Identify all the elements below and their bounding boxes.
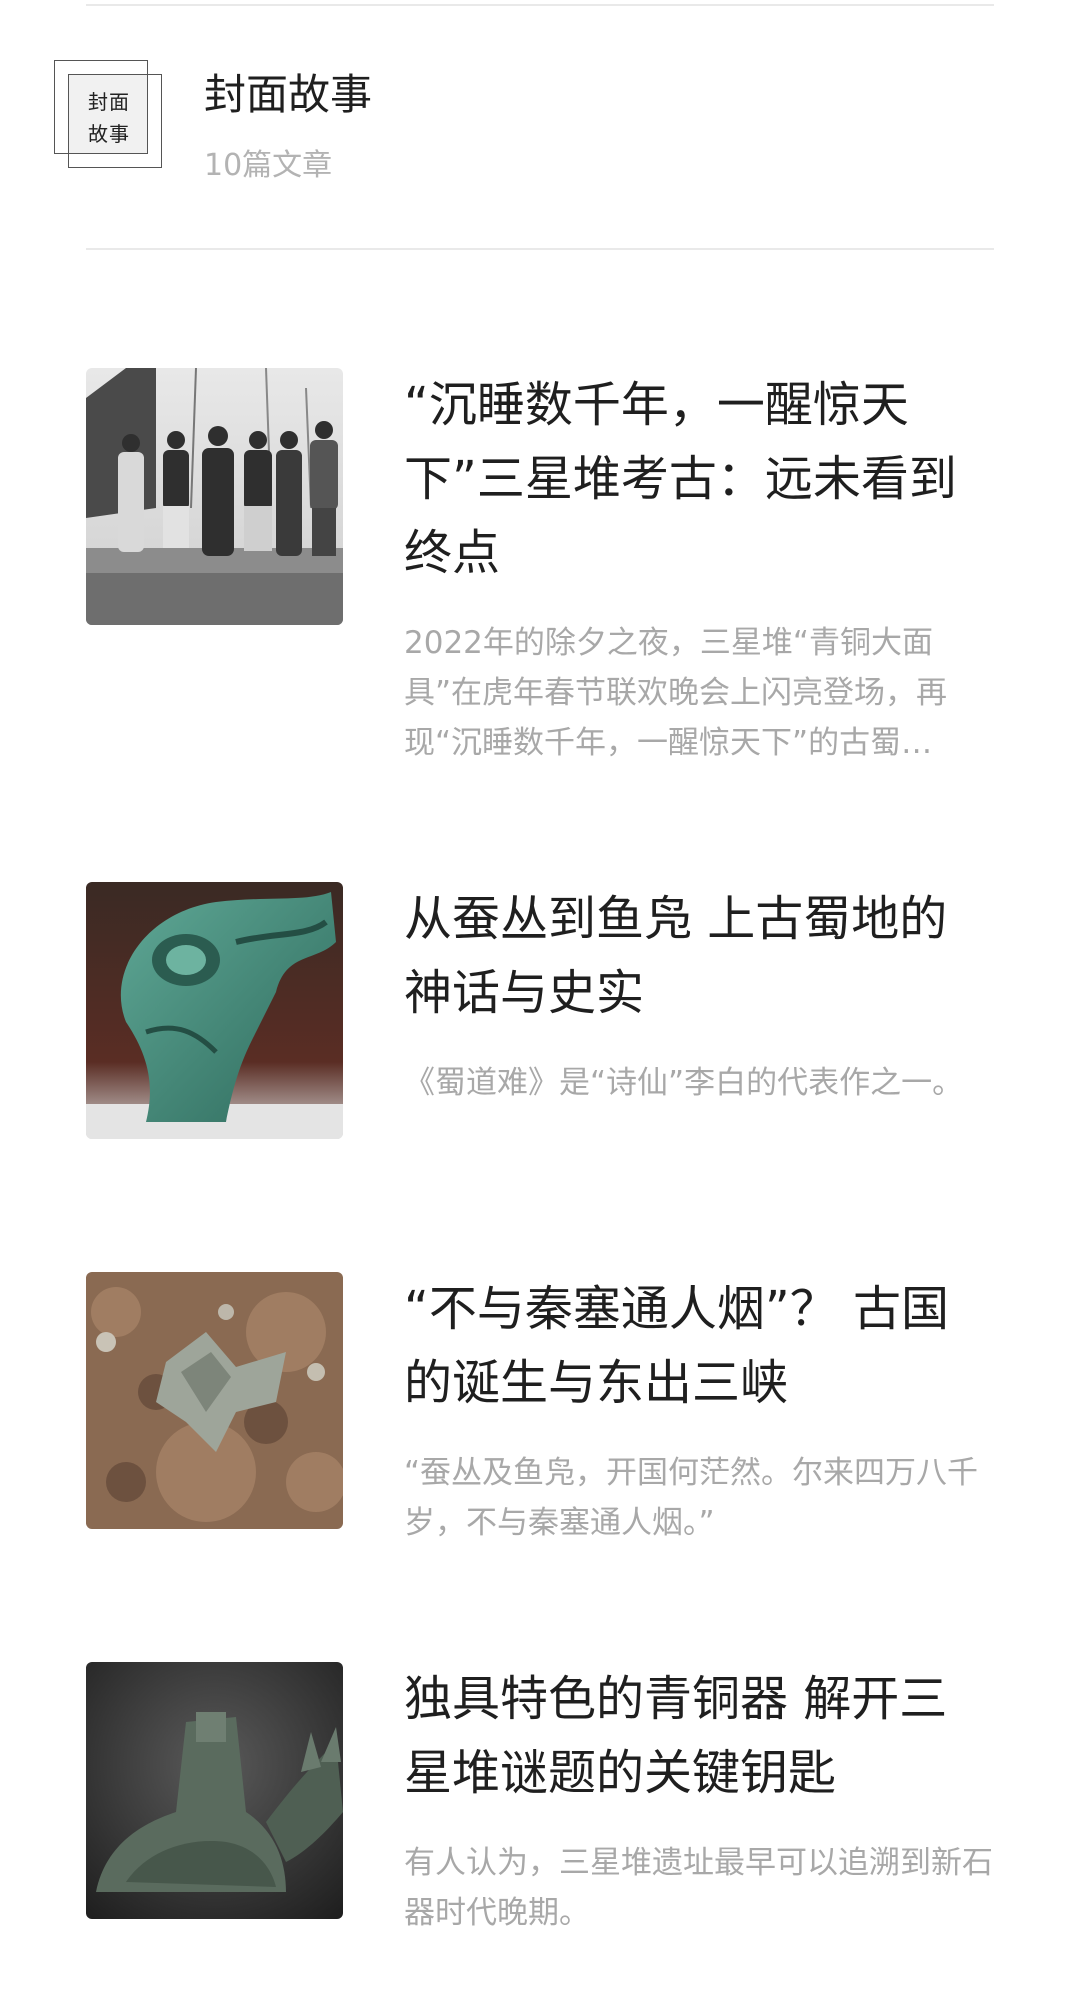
article-summary: “蚕丛及鱼凫，开国何茫然。尔来四万八千岁，不与秦塞通人烟。” <box>404 1455 979 1541</box>
column-title: 封面故事 <box>204 70 373 119</box>
article-title[interactable]: “不与秦塞通人烟”？ 古国的诞生与东出三峡 <box>404 1272 994 1420</box>
logo-text-line2: 故事 <box>88 122 130 146</box>
article-thumbnail[interactable] <box>86 1662 343 1919</box>
article-title[interactable]: “沉睡数千年，一醒惊天下”三星堆考古：远未看到终点 <box>404 368 994 590</box>
header-divider <box>86 248 994 250</box>
column-header[interactable]: 封面 故事 封面故事 10篇文章 <box>54 60 994 200</box>
article-title[interactable]: 从蚕丛到鱼凫 上古蜀地的神话与史实 <box>404 882 994 1030</box>
article-thumbnail[interactable] <box>86 368 343 625</box>
article-thumbnail[interactable] <box>86 882 343 1139</box>
article-summary: 有人认为，三星堆遗址最早可以追溯到新石器时代晚期。 <box>404 1845 993 1931</box>
article-count: 10篇文章 <box>204 148 333 183</box>
article-summary: 《蜀道难》是“诗仙”李白的代表作之一。 <box>404 1065 964 1101</box>
logo-text-line1: 封面 <box>88 90 130 114</box>
top-divider <box>86 4 994 6</box>
column-logo: 封面 故事 <box>54 60 166 172</box>
article-thumbnail[interactable] <box>86 1272 343 1529</box>
article-title[interactable]: 独具特色的青铜器 解开三星堆谜题的关键钥匙 <box>404 1662 994 1810</box>
article-summary: 2022年的除夕之夜，三星堆“青铜大面具”在虎年春节联欢晚会上闪亮登场，再现“沉… <box>404 625 948 761</box>
